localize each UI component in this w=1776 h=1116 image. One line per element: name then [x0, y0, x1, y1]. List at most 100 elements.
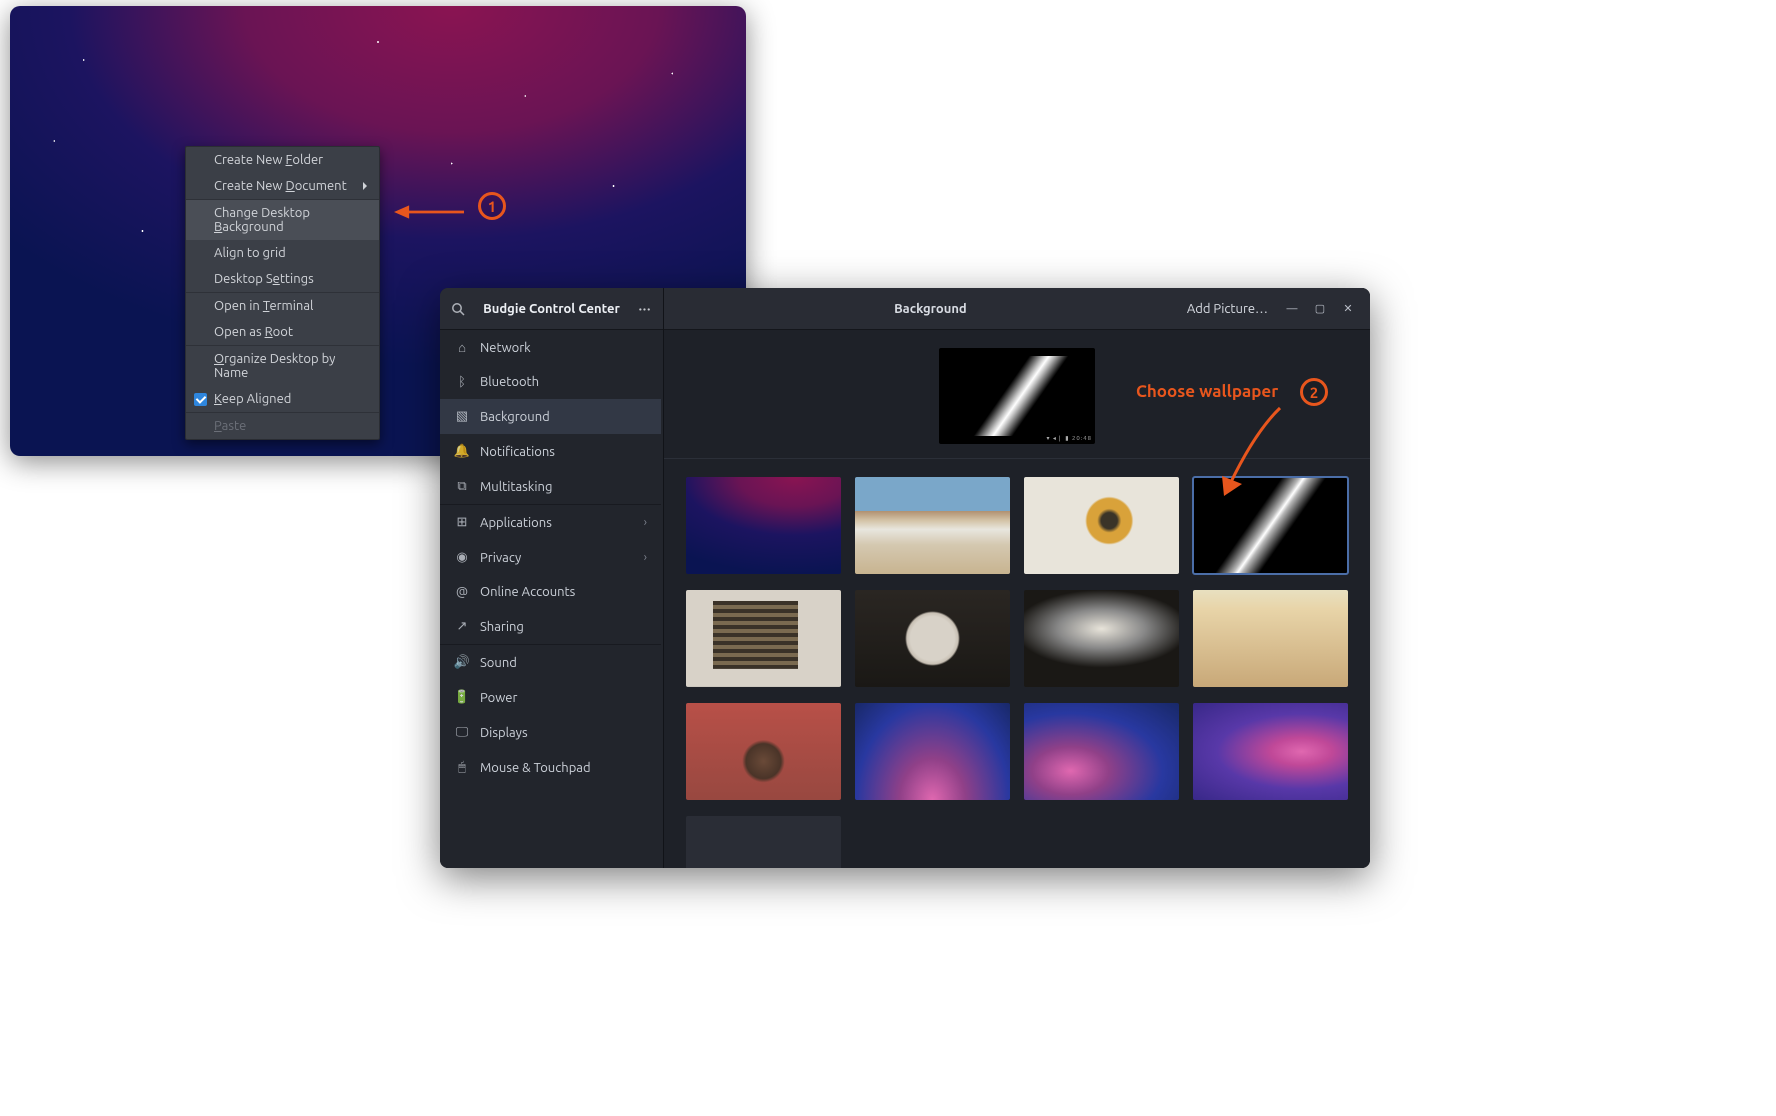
panel-title: Background: [674, 302, 1187, 316]
menu-item-label: Create New Document: [214, 179, 347, 193]
close-button[interactable]: ✕: [1336, 297, 1360, 321]
menu-item-label: Keep Aligned: [214, 392, 291, 406]
power-icon: 🔋: [454, 690, 470, 705]
sidebar-item-label: Sound: [480, 656, 517, 670]
sidebar-list: ⌂ Network ᛒ Bluetooth ▧ Background 🔔 Notificati…: [440, 330, 663, 868]
menu-item-label: Desktop Settings: [214, 272, 314, 286]
context-menu-item[interactable]: Change Desktop Background: [186, 200, 379, 240]
context-menu-item: Paste: [186, 413, 379, 439]
wallpaper-thumbnail-desert-ladder[interactable]: [1193, 590, 1348, 687]
annotation-badge-2: 2: [1300, 378, 1328, 406]
sidebar-item-label: Mouse & Touchpad: [480, 761, 591, 775]
menu-icon[interactable]: ···: [637, 302, 653, 316]
sidebar-item-sound[interactable]: 🔊 Sound: [440, 645, 661, 680]
menu-item-label: Open as Root: [214, 325, 293, 339]
sidebar-item-notifications[interactable]: 🔔 Notifications: [440, 434, 661, 469]
menu-item-label: Create New Folder: [214, 153, 323, 167]
wallpaper-thumbnail-partial-row[interactable]: [686, 816, 841, 868]
network-icon: ⌂: [454, 340, 470, 355]
sidebar-item-sharing[interactable]: ↗ Sharing: [440, 609, 661, 644]
preview-tray-indicators: ▾ ◂❘ ▮ 20:48: [1047, 435, 1093, 442]
sidebar-item-label: Sharing: [480, 620, 524, 634]
context-menu-item[interactable]: Create New Document: [186, 173, 379, 199]
multitasking-icon: ⧉: [454, 479, 470, 494]
wallpaper-thumbnail-swirl-pink[interactable]: [1024, 703, 1179, 800]
add-picture-button[interactable]: Add Picture…: [1187, 302, 1268, 316]
sidebar-item-label: Applications: [480, 516, 552, 530]
context-menu-item[interactable]: Organize Desktop by Name: [186, 346, 379, 386]
sidebar-item-mouse-touchpad[interactable]: 🖱 Mouse & Touchpad: [440, 750, 661, 785]
chevron-right-icon: ›: [644, 551, 647, 564]
mouse-touchpad-icon: 🖱: [454, 760, 470, 775]
wallpaper-thumbnail-shutters[interactable]: [686, 590, 841, 687]
sidebar-item-applications[interactable]: ⊞ Applications ›: [440, 505, 661, 540]
main-titlebar: Background Add Picture… — ▢ ✕: [664, 288, 1370, 330]
maximize-button[interactable]: ▢: [1308, 297, 1332, 321]
menu-item-label: Open in Terminal: [214, 299, 313, 313]
sidebar-item-privacy[interactable]: ◉ Privacy ›: [440, 540, 661, 575]
context-menu-item[interactable]: Open in Terminal: [186, 293, 379, 319]
context-menu-item[interactable]: Create New Folder: [186, 147, 379, 173]
menu-item-label: Paste: [214, 419, 246, 433]
sidebar-item-background[interactable]: ▧ Background: [440, 399, 661, 434]
background-icon: ▧: [454, 409, 470, 424]
sidebar-item-label: Background: [480, 410, 550, 424]
submenu-arrow-icon: [363, 182, 367, 190]
context-menu-item[interactable]: Keep Aligned: [186, 386, 379, 412]
minimize-button[interactable]: —: [1280, 297, 1304, 321]
annotation-arrow-2: [1200, 402, 1290, 502]
sidebar-item-label: Network: [480, 341, 531, 355]
sharing-icon: ↗: [454, 619, 470, 634]
displays-icon: 🖵: [454, 725, 470, 740]
settings-sidebar: Budgie Control Center ··· ⌂ Network ᛒ Bluet…: [440, 288, 664, 868]
wallpaper-thumbnail-pocket-watch[interactable]: [855, 590, 1010, 687]
context-menu-item[interactable]: Open as Root: [186, 319, 379, 345]
wallpaper-thumbnail-dark-macro[interactable]: [1024, 590, 1179, 687]
sidebar-item-label: Online Accounts: [480, 585, 575, 599]
sound-icon: 🔊: [454, 655, 470, 670]
sidebar-item-bluetooth[interactable]: ᛒ Bluetooth: [440, 365, 661, 399]
settings-main-panel: Background Add Picture… — ▢ ✕ ▾ ◂❘ ▮ 20:…: [664, 288, 1370, 868]
wallpaper-thumbnail-beach[interactable]: [855, 477, 1010, 574]
sidebar-item-power[interactable]: 🔋 Power: [440, 680, 661, 715]
sidebar-item-label: Notifications: [480, 445, 555, 459]
wallpaper-thumbnail-lemon-ice[interactable]: [1024, 477, 1179, 574]
chevron-right-icon: ›: [644, 516, 647, 529]
checkbox-checked-icon: [194, 393, 207, 406]
sidebar-item-displays[interactable]: 🖵 Displays: [440, 715, 661, 750]
sidebar-item-label: Bluetooth: [480, 375, 539, 389]
sidebar-item-online-accounts[interactable]: @ Online Accounts: [440, 575, 661, 609]
bluetooth-icon: ᛒ: [454, 375, 470, 389]
search-icon[interactable]: [450, 302, 466, 316]
menu-item-label: Align to grid: [214, 246, 286, 260]
control-center-window: Budgie Control Center ··· ⌂ Network ᛒ Bluet…: [440, 288, 1370, 868]
sidebar-item-label: Displays: [480, 726, 528, 740]
sidebar-title: Budgie Control Center: [476, 302, 627, 316]
online-accounts-icon: @: [454, 585, 470, 599]
notifications-icon: 🔔: [454, 444, 470, 459]
privacy-icon: ◉: [454, 550, 470, 565]
context-menu-item[interactable]: Align to grid: [186, 240, 379, 266]
annotation-arrow-1: [394, 202, 464, 222]
menu-item-label: Organize Desktop by Name: [214, 352, 367, 380]
annotation-number-1: 1: [488, 198, 496, 215]
wallpaper-thumbnail-budgie-default[interactable]: [686, 477, 841, 574]
applications-icon: ⊞: [454, 515, 470, 530]
sidebar-item-label: Privacy: [480, 551, 521, 565]
wallpaper-thumbnail-swirl-blue[interactable]: [855, 703, 1010, 800]
annotation-number-2: 2: [1310, 384, 1318, 401]
sidebar-item-label: Power: [480, 691, 517, 705]
current-wallpaper-preview: ▾ ◂❘ ▮ 20:48: [939, 348, 1095, 444]
annotation-label-2: Choose wallpaper: [1136, 382, 1278, 401]
sidebar-item-multitasking[interactable]: ⧉ Multitasking: [440, 469, 661, 504]
wallpaper-thumbnail-door-knocker[interactable]: [686, 703, 841, 800]
wallpaper-thumbnail-swirl-purple[interactable]: [1193, 703, 1348, 800]
context-menu-item[interactable]: Desktop Settings: [186, 266, 379, 292]
annotation-badge-1: 1: [478, 192, 506, 220]
sidebar-header: Budgie Control Center ···: [440, 288, 663, 330]
desktop-context-menu: Create New Folder Create New Document Chan…: [185, 146, 380, 440]
wallpaper-grid: [664, 459, 1370, 868]
sidebar-item-network[interactable]: ⌂ Network: [440, 330, 661, 365]
menu-item-label: Change Desktop Background: [214, 206, 367, 234]
sidebar-item-label: Multitasking: [480, 480, 552, 494]
